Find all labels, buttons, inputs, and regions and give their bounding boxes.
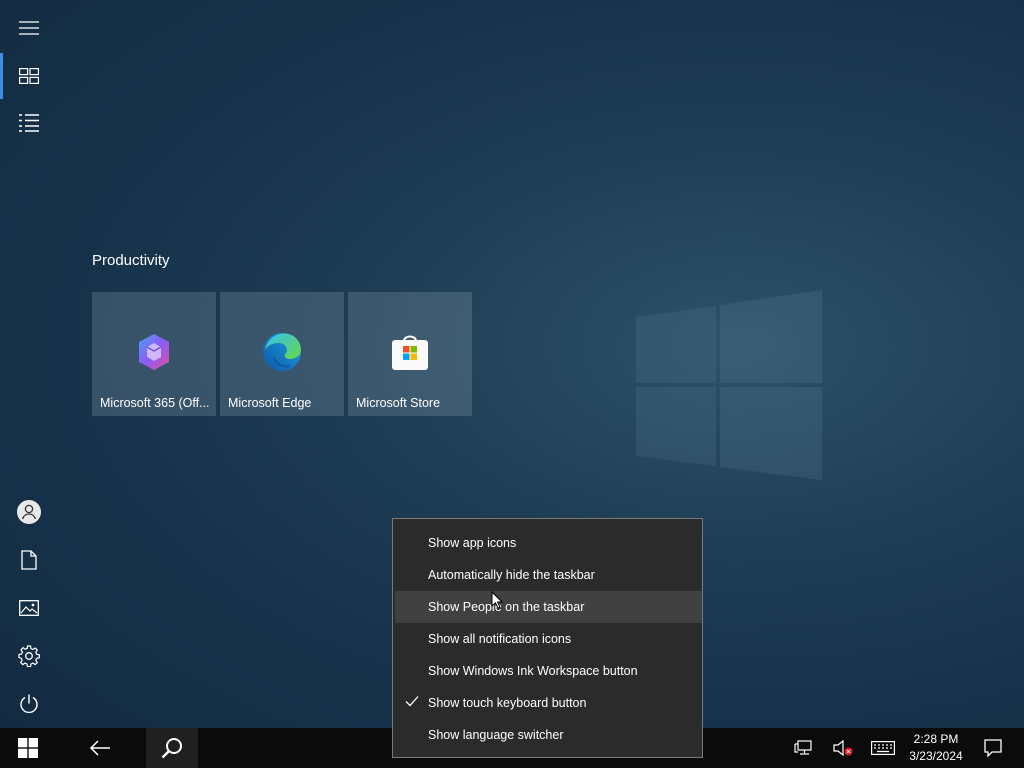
action-center-icon	[984, 739, 1002, 757]
tiles-view-icon	[19, 68, 39, 84]
power-icon	[20, 694, 38, 714]
hamburger-menu-button[interactable]	[5, 7, 53, 49]
network-icon	[794, 740, 812, 755]
pinned-tiles-button[interactable]	[5, 55, 53, 97]
menu-item-label: Show all notification icons	[428, 632, 572, 646]
mouse-cursor-icon	[491, 591, 503, 609]
pictures-icon	[19, 600, 39, 616]
edge-icon	[263, 333, 301, 371]
start-left-rail	[0, 0, 58, 728]
menu-item-show-language-switcher[interactable]: Show language switcher	[395, 719, 702, 751]
microsoft-365-icon	[139, 334, 169, 370]
menu-item-label: Show Windows Ink Workspace button	[428, 664, 638, 678]
tile-microsoft-store[interactable]: Microsoft Store	[348, 292, 472, 416]
back-button[interactable]	[76, 728, 124, 768]
touch-keyboard-icon	[871, 741, 895, 755]
menu-item-show-app-icons[interactable]: Show app icons	[395, 527, 702, 559]
taskbar-clock[interactable]: 2:28 PM 3/23/2024	[904, 731, 968, 765]
menu-item-show-ink-workspace[interactable]: Show Windows Ink Workspace button	[395, 655, 702, 687]
store-icon	[392, 335, 428, 370]
settings-icon	[18, 645, 40, 667]
documents-button[interactable]	[5, 539, 53, 581]
menu-item-label: Automatically hide the taskbar	[428, 568, 595, 582]
list-view-icon	[19, 114, 39, 132]
search-icon	[161, 738, 182, 759]
menu-item-auto-hide-taskbar[interactable]: Automatically hide the taskbar	[395, 559, 702, 591]
pictures-button[interactable]	[5, 587, 53, 629]
windows-logo-watermark	[636, 290, 822, 480]
touch-keyboard-button[interactable]	[864, 728, 902, 768]
tile-label: Microsoft Edge	[228, 396, 312, 410]
menu-item-show-all-notification-icons[interactable]: Show all notification icons	[395, 623, 702, 655]
search-button[interactable]	[146, 728, 198, 768]
settings-button[interactable]	[5, 635, 53, 677]
menu-item-label: Show app icons	[428, 536, 517, 550]
tile-label: Microsoft Store	[356, 396, 441, 410]
menu-item-show-people[interactable]: Show People on the taskbar	[395, 591, 702, 623]
user-account-button[interactable]	[5, 491, 53, 533]
tile-microsoft-365[interactable]: Microsoft 365 (Off...	[92, 292, 216, 416]
tile-group-title: Productivity	[92, 252, 170, 269]
menu-item-label: Show People on the taskbar	[428, 600, 585, 614]
volume-button[interactable]	[824, 728, 862, 768]
checkmark-icon	[405, 696, 419, 707]
taskbar-context-menu: Show app icons Automatically hide the ta…	[392, 518, 703, 758]
start-button[interactable]	[0, 728, 56, 768]
windows-start-icon	[18, 738, 38, 758]
action-center-button[interactable]	[972, 728, 1014, 768]
menu-item-label: Show language switcher	[428, 728, 564, 742]
clock-time: 2:28 PM	[913, 732, 959, 746]
user-icon	[17, 500, 41, 524]
menu-item-show-touch-keyboard[interactable]: Show touch keyboard button	[395, 687, 702, 719]
back-icon	[89, 740, 110, 756]
menu-item-label: Show touch keyboard button	[428, 696, 587, 710]
volume-muted-icon	[833, 740, 853, 756]
network-button[interactable]	[784, 728, 822, 768]
tile-microsoft-edge[interactable]: Microsoft Edge	[220, 292, 344, 416]
hamburger-menu-icon	[19, 21, 39, 35]
power-button[interactable]	[5, 683, 53, 725]
tile-label: Microsoft 365 (Off...	[100, 396, 210, 410]
clock-date: 3/23/2024	[909, 749, 963, 763]
documents-icon	[21, 550, 37, 570]
all-apps-button[interactable]	[5, 102, 53, 144]
rail-active-indicator	[0, 53, 3, 99]
